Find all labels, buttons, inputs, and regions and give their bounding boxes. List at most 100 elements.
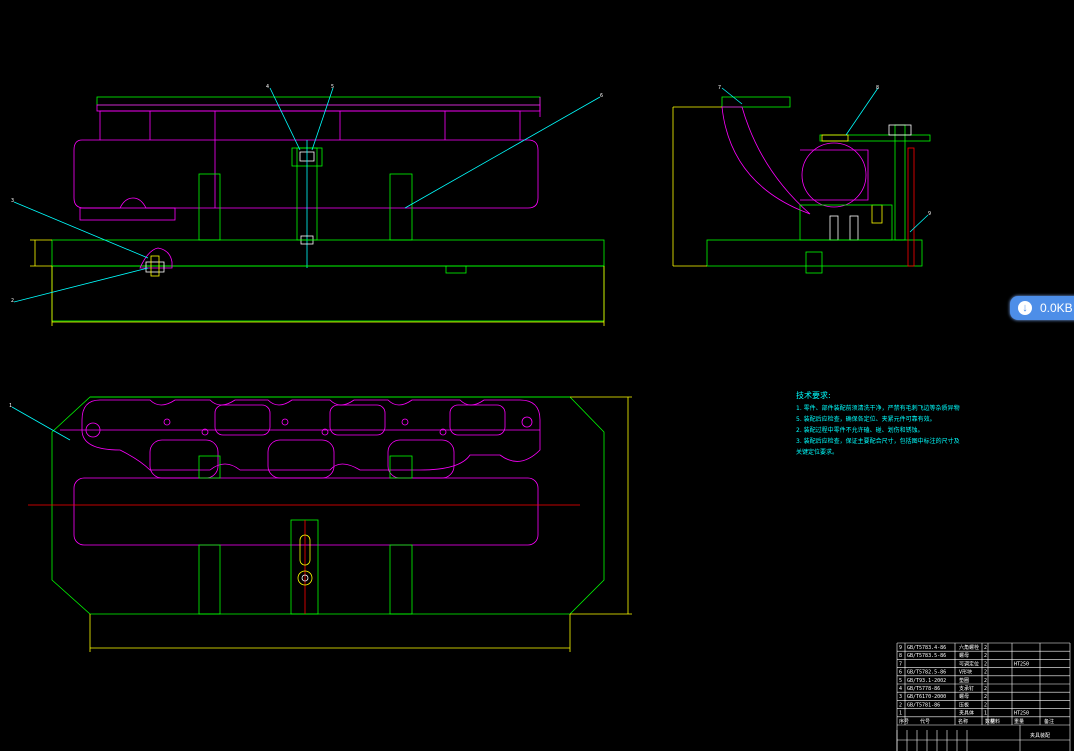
bom-header-cell: 材料 [990,718,1000,725]
tech-note-line-3: 3. 装配后应检查，保证主要配合尺寸，包括图中标注的尺寸及 [796,437,960,445]
bom-cell-name: 压板 [959,701,969,708]
leader-2 [13,267,149,303]
top-base-outline [51,396,605,615]
bom-header-cell: 名称 [958,718,968,725]
side-frame [799,204,893,241]
leader-6 [404,96,601,209]
bom-table: 9 GB/T5783.4-86 六角螺栓 2 8 GB/T5783.5-86 螺母 2 7 可调定… [896,642,1071,751]
top-view: 1 [9,396,632,652]
bom-cell-qty: 2 [984,670,987,676]
title-block-name: 夹具装配 [1030,732,1050,739]
tech-note-line-1: 5. 装配后应检查，确保各定位、夹紧元件可靠有效。 [796,415,936,423]
balloon-front-0: 4 [266,84,269,90]
bom-header-cell: 代号 [920,718,930,725]
leader-7 [721,87,743,105]
bom-cell-code: GB/T93.1-2002 [907,678,946,684]
bom-cell-no: 1 [899,711,902,717]
top-clamp-base [290,519,319,615]
leader-9 [909,214,929,233]
side-base-key [805,251,823,274]
balloon-front-3: 3 [11,198,14,204]
leader-3 [13,201,149,259]
top-port-5 [329,404,386,436]
top-support-b [389,455,413,479]
cad-drawing-canvas: 4 5 6 3 2 7 8 9 1 技术要求: 1. 零件、部件装配前须清洗干净… [9,84,1071,751]
balloon-side-2: 9 [928,211,931,217]
side-right-post [907,147,915,267]
bom-cell-qty: 2 [984,694,987,700]
side-clamp-bar [819,134,931,142]
balloon-side-0: 7 [718,85,721,91]
bom-cell-name: 螺母 [959,693,969,700]
side-support-2 [849,215,859,241]
bom-cell-code: GB/T5782.5-86 [907,670,946,676]
side-support-1 [829,215,839,241]
tech-note-line-2: 2. 装配过程中零件不允许磕、碰、划伤和锈蚀。 [796,426,924,434]
front-workpiece [73,110,539,209]
top-port-2 [267,439,335,479]
bom-cell-no: 8 [899,653,902,659]
front-view: 4 5 6 3 2 [11,84,605,326]
bom-cell-name: 夹具体 [959,710,974,717]
balloon-side-1: 8 [876,85,879,91]
bom-header-cell: 序号 [899,718,909,725]
bom-cell-qty: 2 [984,678,987,684]
bom-cell-code: GB/T5778-86 [907,686,940,692]
top-support-d [389,544,413,615]
balloon-top-0: 1 [9,403,12,409]
tech-note-line-4: 关键定位要求。 [796,448,838,456]
side-base [706,239,923,267]
bom-cell-name: V形块 [959,669,972,676]
balloon-front-4: 2 [11,298,14,304]
bom-cell-material: HT250 [1014,661,1029,667]
top-hole-e [401,418,409,426]
leader-8 [845,87,879,136]
side-upper-plate [721,96,791,108]
bom-cell-no: 9 [899,645,902,651]
top-hole-right [521,416,533,428]
side-clamp-nut [888,124,912,136]
balloon-front-2: 6 [600,93,603,99]
tech-note-line-0: 1. 零件、部件装配前须清洗干净，严禁有毛刺飞边等杂质异物 [796,404,960,412]
bom-cell-code: GB/T5781-86 [907,702,940,708]
bom-cell-no: 5 [899,678,902,684]
bom-header-cell: 备注 [1044,718,1054,725]
side-clamp-post [894,124,906,241]
side-clamp-block [821,134,849,142]
front-base-plate [51,239,605,267]
front-support-right [389,173,413,241]
front-base-lower [51,265,605,322]
bom-cell-code: GB/T6170-2000 [907,694,946,700]
bom-cell-code: GB/T5783.4-86 [907,645,946,651]
bom-cell-qty: 2 [984,661,987,667]
bom-cell-no: 4 [899,686,902,692]
side-workpiece-round [801,142,867,208]
top-hole-c [281,418,289,426]
front-cover-inner [96,104,541,112]
bom-cell-name: 六角螺栓 [959,644,979,651]
bom-cell-no: 7 [899,661,902,667]
top-support-a [198,455,221,479]
top-port-4 [214,404,271,436]
side-workpiece-body [800,149,869,201]
download-badge[interactable]: ↓ 0.0KB [1010,296,1074,320]
bom-cell-no: 2 [899,702,902,708]
front-cover-plate [96,96,541,106]
bom-cell-name: 可调定位 [959,660,979,667]
bom-cell-qty: 2 [984,645,987,651]
bom-cell-qty: 1 [984,711,987,717]
side-workpiece-arm [721,106,811,215]
download-size-label: 0.0KB [1040,301,1073,315]
front-lower-lip [79,207,176,221]
balloon-front-1: 5 [331,84,334,90]
tech-notes-title: 技术要求: [796,390,831,400]
bom-cell-no: 6 [899,670,902,676]
bom-cell-material: HT250 [1014,711,1029,717]
bom-cell-qty: 2 [984,653,987,659]
bom-cell-name: 支承钉 [959,685,974,692]
tech-notes: 技术要求: 1. 零件、部件装配前须清洗干净，严禁有毛刺飞边等杂质异物 5. 装… [796,390,960,456]
bom-cell-qty: 2 [984,702,987,708]
side-view: 7 8 9 [672,85,931,274]
front-left-clamp [139,247,173,269]
top-port-1 [149,439,219,479]
